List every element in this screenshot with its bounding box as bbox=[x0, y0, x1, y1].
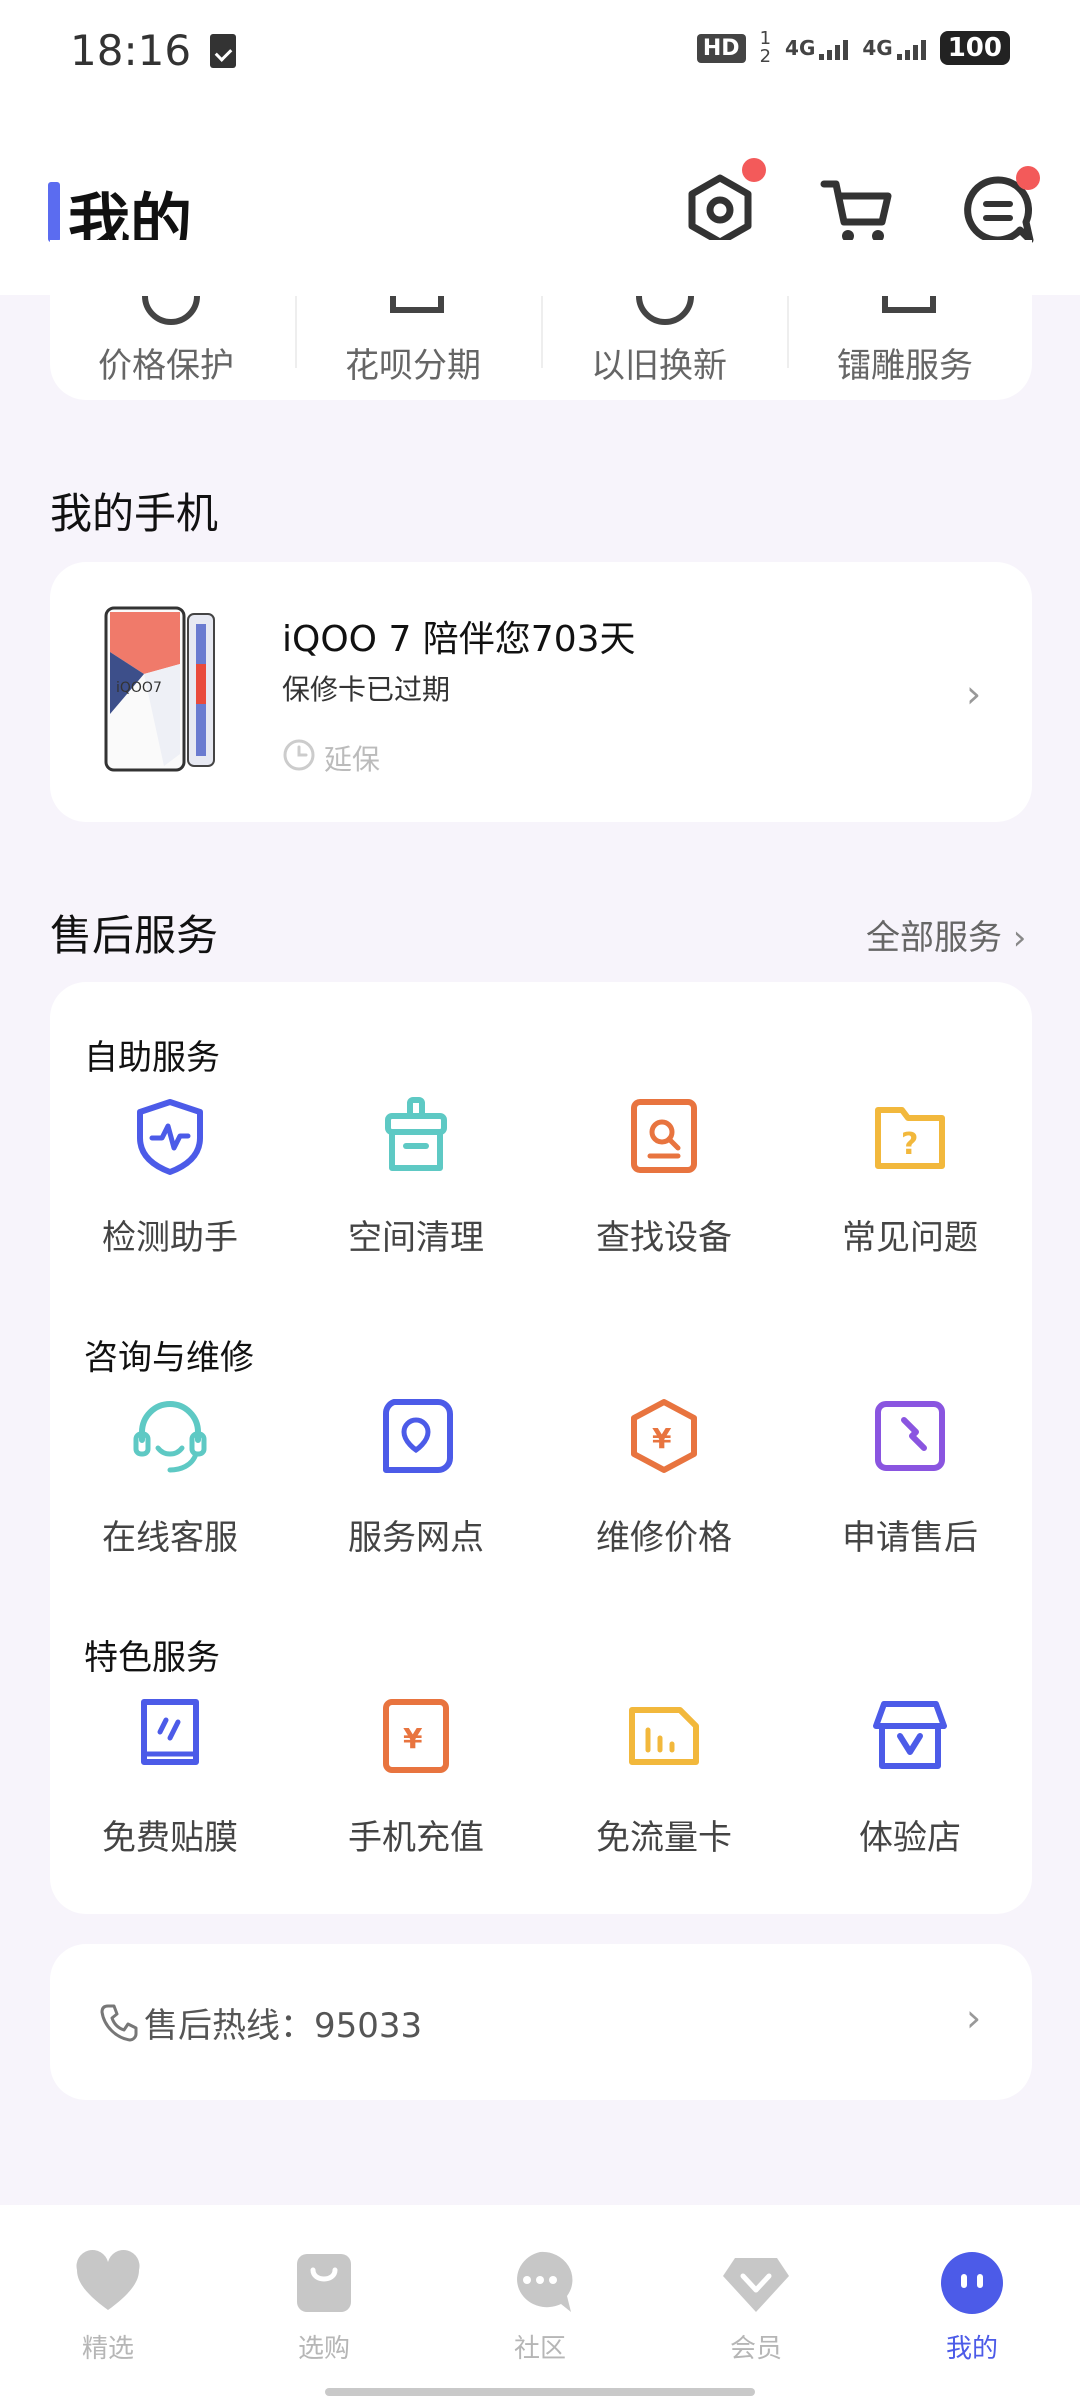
extended-warranty-icon bbox=[282, 738, 316, 772]
hd-badge: HD bbox=[696, 33, 746, 63]
store-icon[interactable] bbox=[870, 1696, 950, 1776]
service-installment[interactable]: 花呗分期 bbox=[345, 338, 481, 387]
group-consult-repair-title: 咨询与维修 bbox=[84, 1338, 254, 1378]
my-phone-title: 我的手机 bbox=[50, 489, 219, 538]
all-services-link[interactable]: 全部服务 › bbox=[866, 910, 1026, 959]
service-apply-after-sales[interactable]: 申请售后 bbox=[810, 1510, 1010, 1559]
shield-pulse-icon[interactable] bbox=[130, 1096, 210, 1176]
after-sales-title: 售后服务 bbox=[50, 911, 219, 960]
headset-icon[interactable] bbox=[130, 1396, 210, 1476]
message-badge bbox=[1016, 166, 1040, 190]
chevron-right-icon: › bbox=[1002, 918, 1027, 958]
svg-text:?: ? bbox=[901, 1127, 918, 1162]
chat-bubble-icon[interactable] bbox=[505, 2248, 575, 2318]
clipboard-check-icon bbox=[210, 34, 236, 68]
nav-shop[interactable]: 选购 bbox=[264, 2328, 384, 2365]
divider bbox=[787, 296, 789, 368]
phone-model-line: iQOO 7 陪伴您703天 bbox=[282, 619, 636, 660]
status-time: 18:16 bbox=[70, 26, 192, 75]
wrench-icon[interactable] bbox=[870, 1396, 950, 1476]
sim-bottom: 2 bbox=[759, 46, 772, 67]
heart-icon[interactable] bbox=[73, 2248, 143, 2318]
diamond-icon[interactable] bbox=[721, 2248, 791, 2318]
title-accent-bar bbox=[48, 182, 60, 242]
phone-image: iQOO7 bbox=[104, 604, 220, 774]
signal-bars-icon bbox=[896, 38, 926, 60]
shopping-bag-icon[interactable] bbox=[289, 2248, 359, 2318]
phone-brand-label: iQOO7 bbox=[116, 680, 162, 696]
broom-icon[interactable] bbox=[376, 1096, 456, 1176]
service-phone-recharge[interactable]: 手机充值 bbox=[316, 1810, 516, 1859]
service-price-protection[interactable]: 价格保护 bbox=[98, 338, 234, 387]
svg-text:¥: ¥ bbox=[403, 1722, 423, 1755]
hotline-text: 售后热线：95033 bbox=[144, 1998, 422, 2047]
service-data-free-card[interactable]: 免流量卡 bbox=[564, 1810, 764, 1859]
nav-community[interactable]: 社区 bbox=[480, 2328, 600, 2365]
service-online-support[interactable]: 在线客服 bbox=[70, 1510, 270, 1559]
service-detection[interactable]: 检测助手 bbox=[70, 1210, 270, 1259]
service-space-cleanup[interactable]: 空间清理 bbox=[316, 1210, 516, 1259]
cart-icon[interactable] bbox=[818, 170, 898, 250]
hotline-number[interactable]: 95033 bbox=[314, 2006, 422, 2046]
signal-1: 4G bbox=[785, 36, 849, 60]
nav-mine[interactable]: 我的 bbox=[912, 2328, 1032, 2365]
service-faq[interactable]: 常见问题 bbox=[810, 1210, 1010, 1259]
service-find-device[interactable]: 查找设备 bbox=[564, 1210, 764, 1259]
warranty-status: 保修卡已过期 bbox=[282, 673, 451, 706]
group-self-service-title: 自助服务 bbox=[84, 1038, 220, 1078]
nav-membership[interactable]: 会员 bbox=[696, 2328, 816, 2365]
all-services-label: 全部服务 bbox=[866, 918, 1002, 958]
signal-bars-icon bbox=[819, 38, 849, 60]
signal-2: 4G bbox=[862, 36, 926, 60]
svg-text:¥: ¥ bbox=[652, 1422, 672, 1455]
group-special-service-title: 特色服务 bbox=[84, 1638, 220, 1678]
network-type-2: 4G bbox=[862, 36, 893, 60]
service-engraving[interactable]: 镭雕服务 bbox=[837, 338, 973, 387]
sim-card-icon[interactable] bbox=[624, 1696, 704, 1776]
find-device-icon[interactable] bbox=[624, 1096, 704, 1176]
price-hexagon-icon[interactable]: ¥ bbox=[624, 1396, 704, 1476]
home-indicator[interactable] bbox=[325, 2388, 755, 2396]
sim-indicator: 1 2 bbox=[760, 30, 771, 66]
service-trade-in[interactable]: 以旧换新 bbox=[591, 338, 727, 387]
nav-featured[interactable]: 精选 bbox=[48, 2328, 168, 2365]
screen-film-icon[interactable] bbox=[130, 1696, 210, 1776]
recharge-icon[interactable]: ¥ bbox=[376, 1696, 456, 1776]
settings-icon[interactable] bbox=[680, 170, 760, 250]
service-outlets[interactable]: 服务网点 bbox=[316, 1510, 516, 1559]
network-type-1: 4G bbox=[785, 36, 816, 60]
extended-warranty-label[interactable]: 延保 bbox=[324, 738, 380, 778]
service-repair-price[interactable]: 维修价格 bbox=[564, 1510, 764, 1559]
chevron-right-icon[interactable]: › bbox=[966, 672, 981, 716]
divider bbox=[541, 296, 543, 368]
status-indicators: HD 1 2 4G 4G 100 bbox=[696, 30, 1010, 66]
settings-badge bbox=[742, 158, 766, 182]
phone-icon bbox=[98, 2002, 138, 2042]
divider bbox=[295, 296, 297, 368]
faq-folder-icon[interactable]: ? bbox=[870, 1096, 950, 1176]
service-free-film[interactable]: 免费贴膜 bbox=[70, 1810, 270, 1859]
chevron-right-icon[interactable]: › bbox=[966, 1996, 981, 2040]
location-icon[interactable] bbox=[376, 1396, 456, 1476]
face-icon[interactable] bbox=[937, 2248, 1007, 2318]
hotline-label: 售后热线： bbox=[144, 2006, 314, 2046]
service-experience-store[interactable]: 体验店 bbox=[810, 1810, 1010, 1859]
battery-indicator: 100 bbox=[939, 31, 1010, 65]
